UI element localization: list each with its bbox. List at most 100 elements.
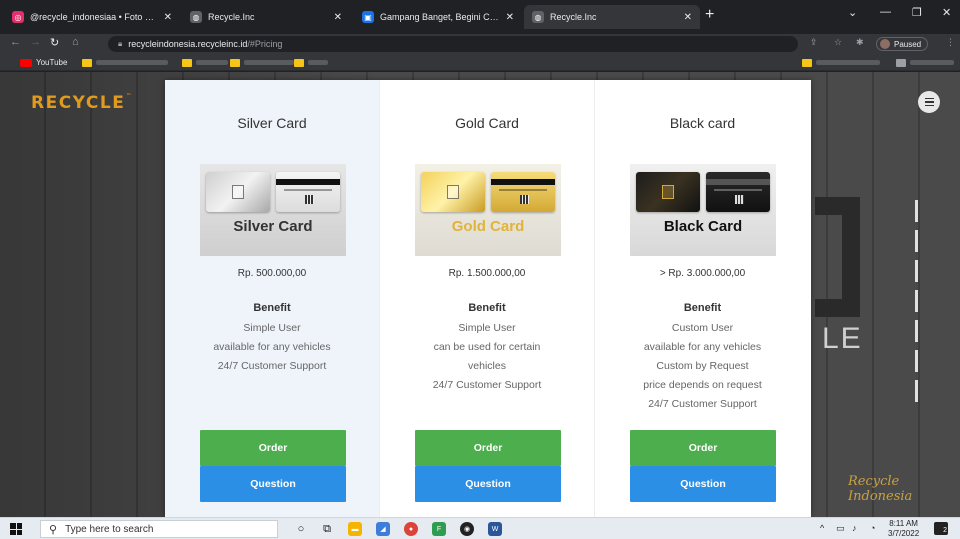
card-front-image — [421, 172, 485, 212]
bookmark-folder[interactable] — [294, 56, 328, 69]
benefit-item: vehicles — [468, 360, 506, 372]
bookmark-folder[interactable] — [182, 56, 228, 69]
card-price: Rp. 1.500.000,00 — [448, 268, 526, 279]
file-explorer-icon[interactable]: ▬ — [348, 522, 362, 536]
volume-icon[interactable]: ♪ — [852, 523, 857, 533]
scroll-indicator[interactable] — [915, 350, 918, 372]
folder-icon — [182, 58, 192, 67]
bookmark-youtube[interactable]: YouTube — [20, 56, 67, 69]
extensions-icon[interactable]: ✱ — [856, 37, 864, 48]
close-icon[interactable]: ✕ — [506, 12, 514, 23]
task-view-icon[interactable]: ⧉ — [320, 522, 334, 536]
home-icon[interactable]: ⌂ — [72, 36, 79, 48]
benefit-list: Simple User can be used for certain vehi… — [380, 319, 594, 395]
search-placeholder: Type here to search — [65, 523, 154, 535]
benefit-item: available for any vehicles — [213, 341, 331, 353]
benefit-item: Custom by Request — [656, 360, 749, 372]
card-back-image — [276, 172, 340, 212]
close-window-icon[interactable]: ✕ — [942, 6, 951, 19]
close-icon[interactable]: ✕ — [684, 12, 692, 23]
tray-chevron-icon[interactable]: ^ — [820, 523, 824, 533]
signature-logo: Recycle Indonesia — [848, 474, 913, 504]
scroll-indicator[interactable] — [915, 380, 918, 402]
minimize-icon[interactable]: — — [880, 6, 891, 18]
scroll-indicator[interactable] — [915, 260, 918, 282]
windows-taskbar: ⚲ Type here to search ○ ⧉ ▬ ◢ ● F ◉ W ^ … — [0, 517, 960, 539]
tab-recycle-active[interactable]: ◍ Recycle.Inc ✕ — [524, 5, 700, 29]
clock-date: 3/7/2022 — [888, 529, 920, 538]
benefit-heading: Benefit — [683, 302, 722, 314]
scroll-indicator[interactable] — [915, 320, 918, 342]
windows-start-icon[interactable] — [10, 523, 22, 535]
tab-title: Recycle.Inc — [208, 12, 255, 22]
new-tab-icon[interactable]: + — [705, 6, 714, 24]
tab-title: Recycle.Inc — [550, 12, 597, 22]
close-icon[interactable]: ✕ — [164, 12, 172, 23]
blurred-label — [910, 60, 954, 65]
benefit-list: Simple User available for any vehicles 2… — [165, 319, 379, 376]
blurred-label — [308, 60, 328, 65]
benefit-item: Simple User — [458, 322, 516, 334]
chip-icon — [232, 185, 244, 199]
background-logo-shape — [815, 197, 860, 317]
more-menu-icon[interactable]: ⋮ — [946, 37, 955, 48]
folder-icon — [802, 58, 812, 67]
background-logo-text: LE — [822, 322, 863, 355]
back-icon[interactable]: ← — [10, 36, 21, 48]
taskbar-search-input[interactable]: ⚲ Type here to search — [40, 520, 278, 538]
question-button[interactable]: Question — [630, 466, 776, 502]
tab-recycle-1[interactable]: ◍ Recycle.Inc ✕ — [182, 5, 350, 29]
word-icon[interactable]: W — [488, 522, 502, 536]
benefit-item: Simple User — [243, 322, 301, 334]
card-price: > Rp. 3.000.000,00 — [659, 268, 746, 279]
scroll-indicator[interactable] — [915, 290, 918, 312]
app-icon[interactable]: ◢ — [376, 522, 390, 536]
battery-icon[interactable]: ▭ — [836, 523, 845, 534]
tab-gampang[interactable]: ▣ Gampang Banget, Begini Cara M ✕ — [354, 5, 522, 29]
reload-icon[interactable]: ↻ — [50, 36, 59, 49]
reading-list[interactable] — [896, 56, 954, 69]
question-button[interactable]: Question — [200, 466, 346, 502]
card-image: Silver Card — [200, 164, 346, 256]
address-host: recycleindonesia.recycleinc.id — [128, 39, 248, 49]
order-button[interactable]: Order — [415, 430, 561, 466]
address-bar[interactable]: 🔒︎ recycleindonesia.recycleinc.id /#Pric… — [108, 36, 798, 52]
scroll-indicator[interactable] — [915, 200, 918, 222]
site-logo[interactable]: RECYCLE™ — [31, 93, 133, 113]
blurred-label — [96, 60, 168, 65]
restore-icon[interactable]: ❐ — [912, 6, 922, 19]
media-player-icon[interactable]: ◉ — [460, 522, 474, 536]
bookmark-folder[interactable] — [802, 56, 880, 69]
profile-status: Paused — [894, 39, 922, 49]
close-icon[interactable]: ✕ — [334, 12, 342, 23]
tab-instagram[interactable]: ◎ @recycle_indonesiaa • Foto dan ✕ — [4, 5, 180, 29]
order-button[interactable]: Order — [630, 430, 776, 466]
order-button[interactable]: Order — [200, 430, 346, 466]
share-icon[interactable]: ⇪ — [810, 37, 818, 48]
bookmark-folder[interactable] — [230, 56, 294, 69]
wifi-icon[interactable]: ◔ — [870, 523, 875, 533]
profile-button[interactable]: Paused — [876, 37, 929, 51]
scroll-indicator[interactable] — [915, 230, 918, 252]
bookmark-star-icon[interactable]: ☆ — [834, 37, 842, 48]
qr-code-icon — [305, 195, 314, 204]
address-path: /#Pricing — [247, 39, 283, 49]
clock-time: 8:11 AM — [889, 519, 918, 528]
cortana-icon[interactable]: ○ — [294, 522, 308, 536]
forward-icon[interactable]: → — [30, 36, 41, 48]
folder-icon — [82, 58, 92, 67]
hamburger-menu-button[interactable] — [918, 91, 940, 113]
question-button[interactable]: Question — [415, 466, 561, 502]
system-clock[interactable]: 8:11 AM 3/7/2022 — [888, 519, 919, 539]
qr-code-icon — [735, 195, 744, 204]
chrome-icon[interactable]: ● — [404, 522, 418, 536]
chip-icon — [662, 185, 674, 199]
blurred-label — [196, 60, 228, 65]
card-price: Rp. 500.000,00 — [237, 268, 307, 279]
tab-search-icon[interactable]: ⌄ — [848, 6, 857, 19]
card-image: Gold Card — [415, 164, 561, 256]
app-icon[interactable]: F — [432, 522, 446, 536]
bookmark-folder[interactable] — [82, 56, 168, 69]
chip-icon — [447, 185, 459, 199]
notification-center-icon[interactable]: 2 — [934, 522, 948, 535]
